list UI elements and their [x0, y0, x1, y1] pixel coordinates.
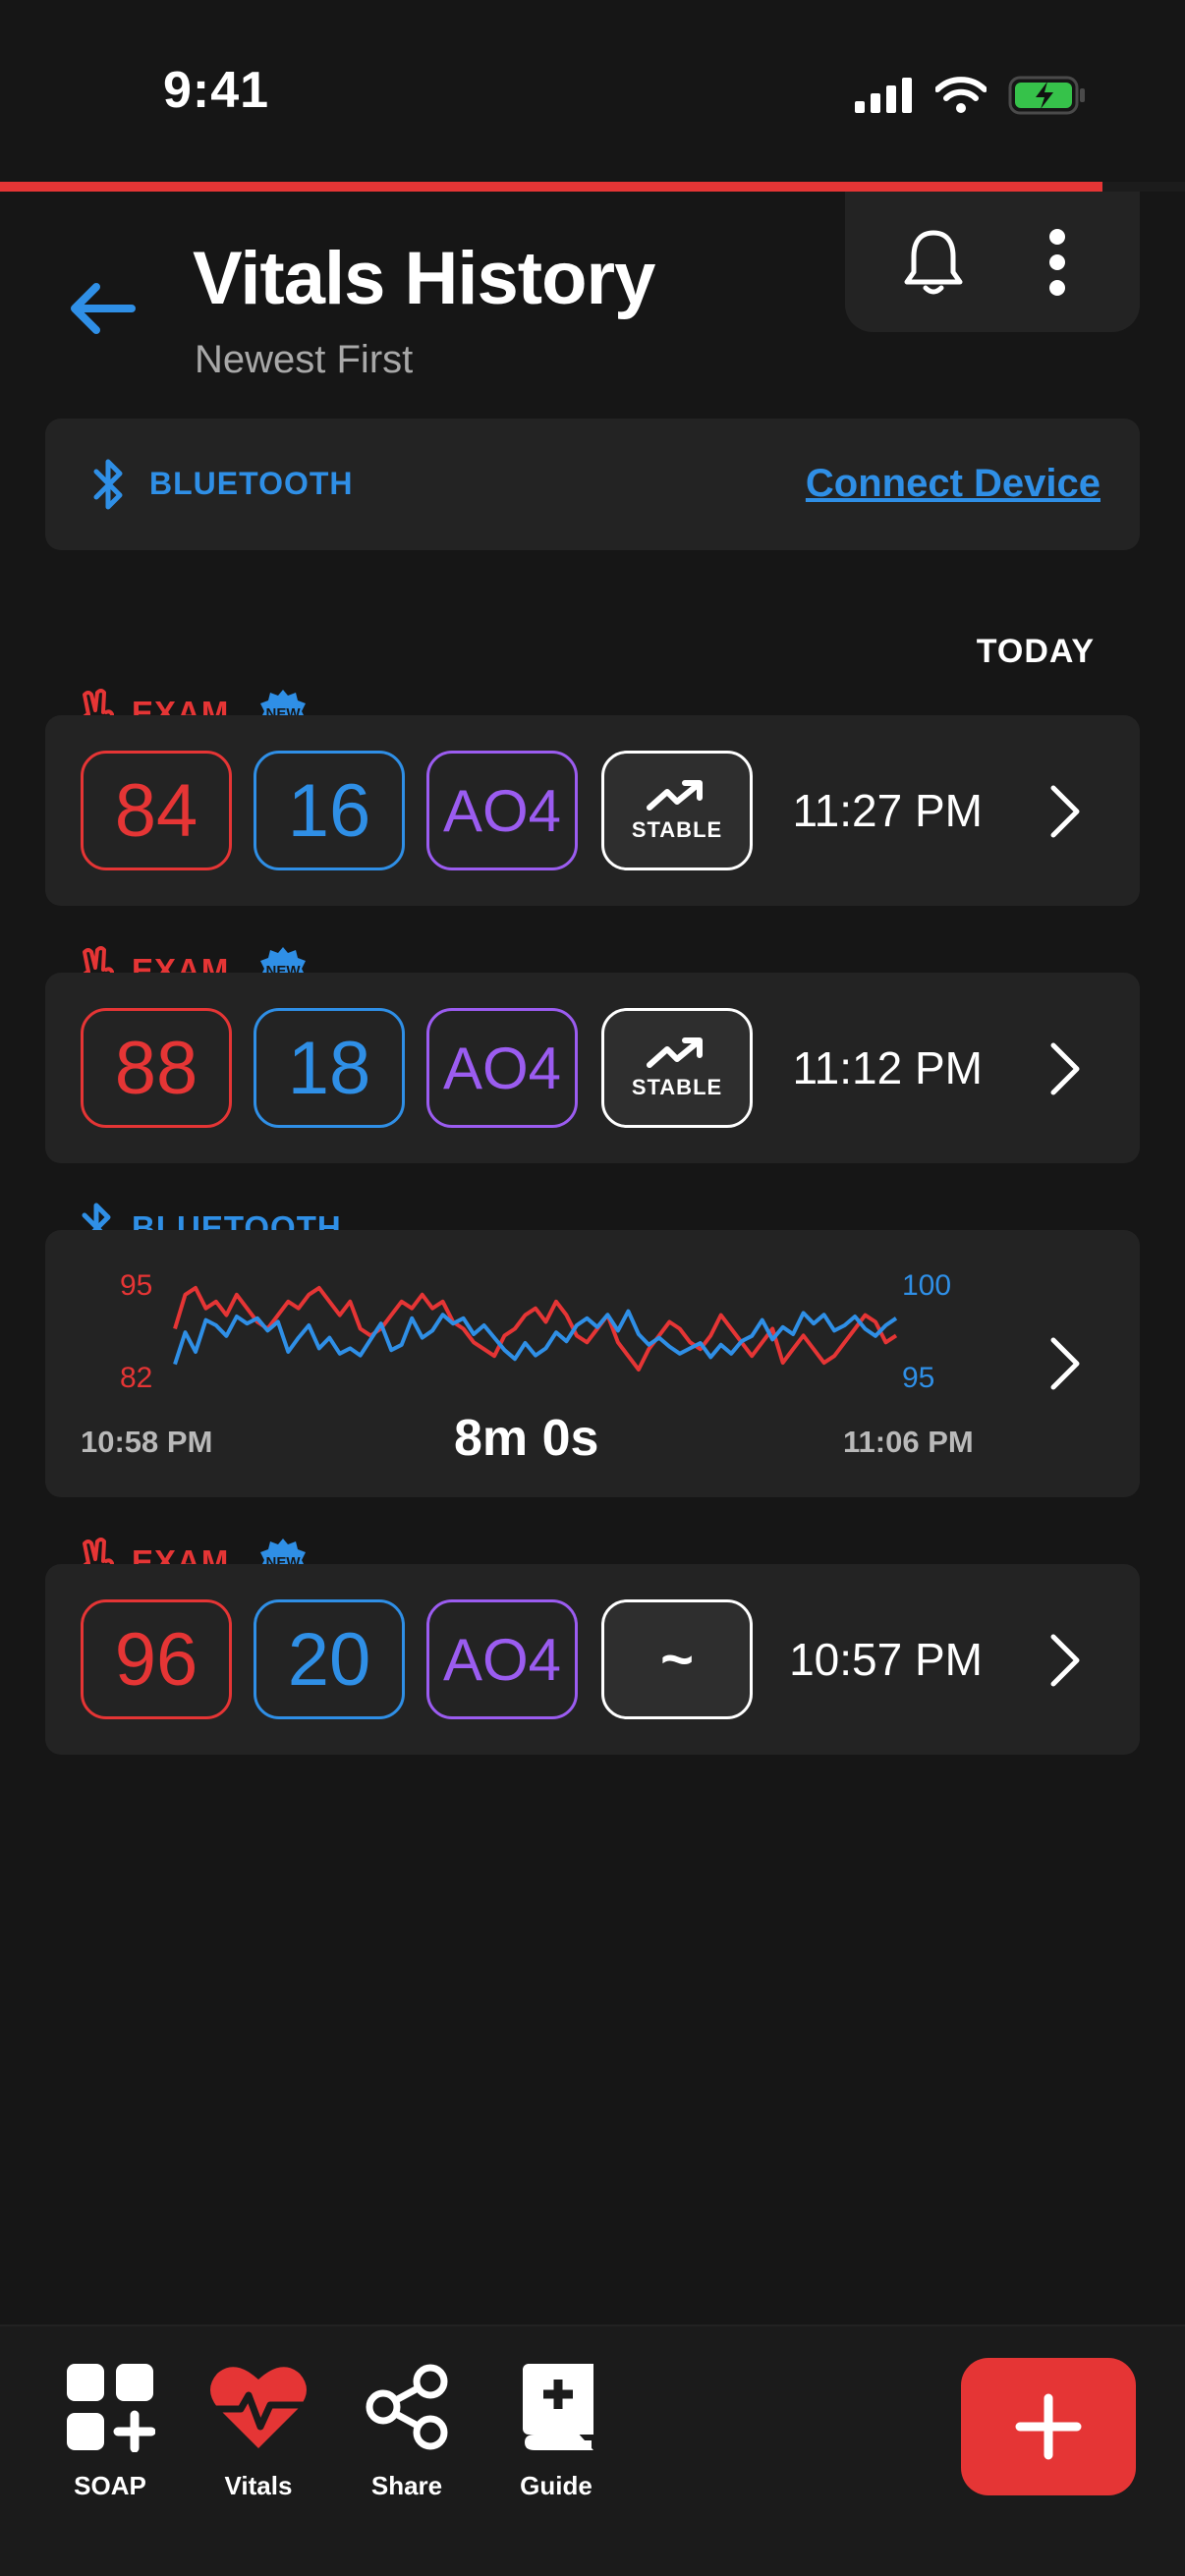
heart-rate-value: 84: [81, 751, 232, 870]
trend-status: ~: [601, 1599, 753, 1719]
progress-fill: [0, 182, 1102, 192]
resp-rate-value: 20: [254, 1599, 405, 1719]
trend-status: STABLE: [601, 751, 753, 870]
trending-up-icon: [647, 780, 703, 811]
nav-guide-label: Guide: [520, 2471, 592, 2500]
ao-value: AO4: [426, 751, 578, 870]
record-time: 11:12 PM: [792, 1042, 983, 1093]
heart-rate-value: 96: [81, 1599, 232, 1719]
nav-guide[interactable]: Guide: [487, 2362, 625, 2501]
bell-icon: [904, 230, 963, 295]
right-axis-min: 95: [902, 1362, 935, 1394]
status-icons: [855, 71, 1087, 120]
session-end-time: 11:06 PM: [843, 1425, 974, 1459]
ao-value: AO4: [426, 1008, 578, 1128]
add-record-button[interactable]: [961, 2358, 1136, 2495]
ao-value: AO4: [426, 1599, 578, 1719]
heart-pulse-icon: [210, 2367, 307, 2448]
left-axis-max: 95: [120, 1269, 153, 1302]
status-bar: 9:41: [0, 0, 1185, 187]
guide-book-icon: [523, 2364, 593, 2450]
trend-label: ~: [660, 1627, 694, 1692]
battery-icon: [1008, 76, 1085, 115]
connect-device-link[interactable]: Connect Device: [806, 462, 1100, 506]
chevron-right-icon: [1050, 1042, 1080, 1095]
soap-grid-icon: [67, 2364, 156, 2453]
signal-icon: [855, 78, 912, 113]
wifi-icon: [935, 77, 987, 113]
bluetooth-session-card[interactable]: 95 82 100 95 10:58 PM 8m 0s 11:06 PM: [45, 1230, 1140, 1497]
nav-vitals[interactable]: Vitals: [190, 2362, 327, 2501]
more-button[interactable]: [1045, 227, 1069, 303]
plus-icon: [1015, 2393, 1082, 2460]
trending-up-icon: [647, 1037, 703, 1068]
trend-label: STABLE: [631, 1075, 723, 1099]
bluetooth-icon: [93, 459, 123, 510]
open-session-button[interactable]: [1049, 1336, 1083, 1396]
open-record-button[interactable]: [1049, 1041, 1083, 1101]
nav-soap[interactable]: SOAP: [41, 2362, 179, 2501]
vitals-record-card[interactable]: 96 20 AO4 ~ 10:57 PM: [45, 1564, 1140, 1755]
status-time: 9:41: [163, 62, 270, 119]
page-title: Vitals History: [193, 237, 655, 320]
open-record-button[interactable]: [1049, 784, 1083, 844]
bottom-navigation: SOAP Vitals Share Guide: [0, 2324, 1185, 2576]
section-label-today: TODAY: [976, 633, 1095, 670]
nav-share-label: Share: [370, 2471, 443, 2500]
header-actions: [845, 192, 1140, 332]
progress-track: [0, 182, 1185, 192]
more-vertical-icon: [1049, 229, 1065, 296]
bluetooth-label: BLUETOOTH: [149, 466, 354, 501]
open-record-button[interactable]: [1049, 1633, 1083, 1693]
session-duration: 8m 0s: [454, 1410, 599, 1467]
right-axis-max: 100: [902, 1269, 952, 1302]
chevron-right-icon: [1050, 785, 1080, 838]
left-axis-min: 82: [120, 1362, 153, 1394]
resp-rate-value: 16: [254, 751, 405, 870]
session-start-time: 10:58 PM: [81, 1425, 213, 1459]
nav-share[interactable]: Share: [338, 2362, 476, 2501]
chevron-right-icon: [1050, 1634, 1080, 1687]
record-time: 11:27 PM: [792, 785, 983, 836]
page-subtitle: Newest First: [195, 338, 414, 381]
vitals-record-card[interactable]: 84 16 AO4 STABLE 11:27 PM: [45, 715, 1140, 906]
bluetooth-banner: BLUETOOTH Connect Device: [45, 419, 1140, 550]
nav-soap-label: SOAP: [74, 2471, 146, 2500]
record-time: 10:57 PM: [789, 1634, 983, 1685]
notifications-button[interactable]: [902, 227, 965, 303]
back-arrow-icon: [71, 283, 136, 334]
trend-status: STABLE: [601, 1008, 753, 1128]
heart-rate-value: 88: [81, 1008, 232, 1128]
trend-label: STABLE: [631, 817, 723, 842]
vitals-record-card[interactable]: 88 18 AO4 STABLE 11:12 PM: [45, 973, 1140, 1163]
resp-rate-value: 18: [254, 1008, 405, 1128]
nav-vitals-label: Vitals: [224, 2471, 293, 2500]
share-icon: [366, 2364, 448, 2450]
back-button[interactable]: [69, 283, 136, 339]
chevron-right-icon: [1050, 1337, 1080, 1390]
